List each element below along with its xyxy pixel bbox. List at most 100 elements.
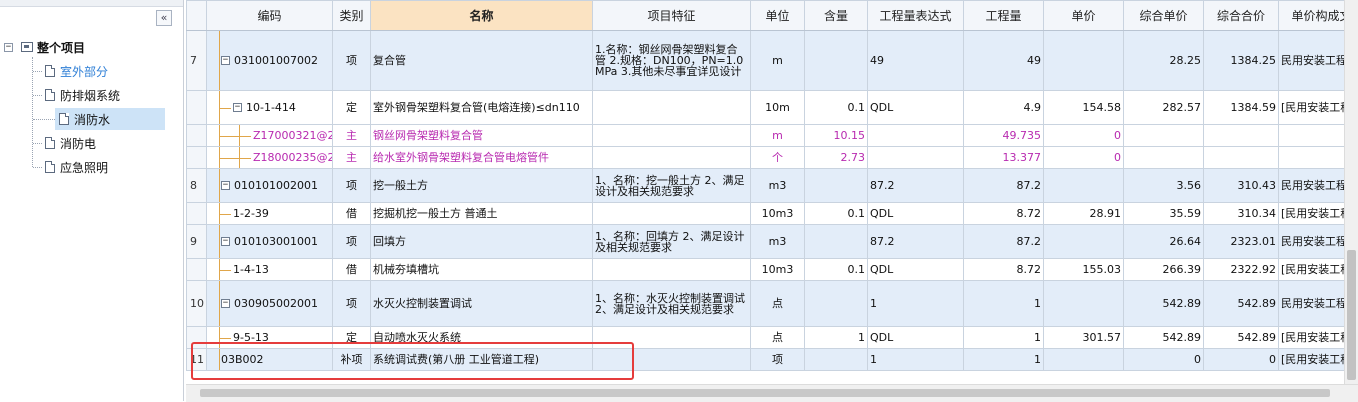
cell-composite-total[interactable] (1203, 146, 1279, 169)
header-price-structure[interactable]: 单价构成文 (1278, 0, 1344, 31)
cell-quantity-expression[interactable]: 87.2 (867, 168, 964, 203)
header-unit-price[interactable]: 单价 (1043, 0, 1124, 31)
cell-quantity[interactable]: 1 (963, 280, 1044, 327)
cell-category[interactable]: 项 (332, 30, 371, 91)
cell-name[interactable]: 系统调试费(第八册 工业管道工程) (370, 348, 593, 371)
cell-quantity[interactable]: 87.2 (963, 168, 1044, 203)
row-number[interactable] (186, 146, 207, 169)
cell-name[interactable]: 室外钢骨架塑料复合管(电熔连接)≤dn110 (370, 90, 593, 125)
cell-unit[interactable]: 点 (750, 280, 805, 327)
cell-composite-total[interactable]: 2323.01 (1203, 224, 1279, 259)
cell-composite-total[interactable]: 1384.25 (1203, 30, 1279, 91)
header-category[interactable]: 类别 (332, 0, 371, 31)
row-number[interactable]: 11 (186, 348, 207, 371)
cell-price-structure[interactable]: [民用安装工程 (1278, 326, 1344, 349)
cell-content[interactable] (804, 224, 868, 259)
collapse-panel-button[interactable]: « (156, 10, 172, 26)
cell-code[interactable]: 03B002 (206, 348, 333, 371)
cell-content[interactable] (804, 348, 868, 371)
header-code[interactable]: 编码 (206, 0, 333, 31)
cell-unit[interactable]: 项 (750, 348, 805, 371)
cell-composite-unit-price[interactable]: 542.89 (1123, 326, 1204, 349)
cell-content[interactable] (804, 30, 868, 91)
cell-code[interactable]: −010103001001 (206, 224, 333, 259)
cell-composite-unit-price[interactable]: 3.56 (1123, 168, 1204, 203)
cell-composite-total[interactable]: 310.43 (1203, 168, 1279, 203)
cell-category[interactable]: 项 (332, 280, 371, 327)
cell-code[interactable]: −010101002001 (206, 168, 333, 203)
horizontal-scrollbar[interactable] (186, 384, 1358, 402)
cell-unit[interactable]: 10m3 (750, 258, 805, 281)
cell-composite-unit-price[interactable]: 282.57 (1123, 90, 1204, 125)
cell-unit[interactable]: 10m3 (750, 202, 805, 225)
tree-item[interactable]: 防排烟系统 (33, 84, 165, 106)
header-quantity-expression[interactable]: 工程量表达式 (867, 0, 964, 31)
cell-price-structure[interactable] (1278, 146, 1344, 169)
cell-unit-price[interactable] (1043, 168, 1124, 203)
cell-category[interactable]: 主 (332, 146, 371, 169)
vertical-scroll-thumb[interactable] (1347, 250, 1356, 380)
cell-unit[interactable]: 个 (750, 146, 805, 169)
cell-composite-unit-price[interactable]: 0 (1123, 348, 1204, 371)
cell-price-structure[interactable] (1278, 124, 1344, 147)
table-row[interactable]: 1-4-13 借机械夯填槽坑 10m3 0.1 QDL 8.72 155.03 266.39 2… (186, 258, 1344, 281)
cell-feature[interactable]: 1、名称：回填方 2、满足设计及相关规范要求 (592, 224, 751, 259)
cell-feature[interactable] (592, 124, 751, 147)
cell-unit[interactable]: m (750, 30, 805, 91)
cell-content[interactable]: 0.1 (804, 202, 868, 225)
cell-feature[interactable]: 1、名称：挖一般土方 2、满足设计及相关规范要求 (592, 168, 751, 203)
cell-quantity[interactable]: 8.72 (963, 202, 1044, 225)
cell-unit-price[interactable] (1043, 280, 1124, 327)
cell-quantity-expression[interactable]: QDL (867, 258, 964, 281)
vertical-scrollbar[interactable] (1344, 0, 1358, 384)
cell-quantity[interactable]: 49 (963, 30, 1044, 91)
cell-quantity-expression[interactable]: 1 (867, 280, 964, 327)
row-number[interactable]: 8 (186, 168, 207, 203)
row-collapse-icon[interactable]: − (221, 181, 230, 190)
table-row[interactable]: 8−010101002001 项挖一般土方 1、名称：挖一般土方 2、满足设计及相关… (186, 168, 1344, 203)
row-collapse-icon[interactable]: − (221, 56, 230, 65)
bill-of-quantities-grid[interactable]: 编码 类别 名称 项目特征 单位 含量 工程量表达式 工程量 单价 综合单价 综… (186, 0, 1344, 384)
cell-category[interactable]: 借 (332, 202, 371, 225)
cell-unit-price[interactable]: 301.57 (1043, 326, 1124, 349)
cell-category[interactable]: 项 (332, 168, 371, 203)
row-collapse-icon[interactable]: − (233, 103, 242, 112)
cell-name[interactable]: 机械夯填槽坑 (370, 258, 593, 281)
row-number[interactable] (186, 202, 207, 225)
cell-quantity[interactable]: 87.2 (963, 224, 1044, 259)
cell-unit[interactable]: m3 (750, 168, 805, 203)
cell-feature[interactable] (592, 348, 751, 371)
cell-composite-total[interactable] (1203, 124, 1279, 147)
row-number[interactable] (186, 90, 207, 125)
cell-composite-total[interactable]: 542.89 (1203, 280, 1279, 327)
cell-feature[interactable]: 1.名称：钢丝网骨架塑料复合管 2.规格：DN100，PN=1.0MPa 3.其… (592, 30, 751, 91)
cell-price-structure[interactable]: 民用安装工程 (1278, 168, 1344, 203)
cell-content[interactable]: 10.15 (804, 124, 868, 147)
cell-feature[interactable] (592, 202, 751, 225)
cell-composite-unit-price[interactable]: 35.59 (1123, 202, 1204, 225)
cell-code[interactable]: 9-5-13 (206, 326, 333, 349)
table-row[interactable]: Z17000321@2 主钢丝网骨架塑料复合管 m 10.15 49.735 0 (186, 124, 1344, 147)
header-composite-total[interactable]: 综合合价 (1203, 0, 1279, 31)
cell-composite-total[interactable]: 2322.92 (1203, 258, 1279, 281)
cell-unit-price[interactable] (1043, 348, 1124, 371)
cell-unit-price[interactable] (1043, 30, 1124, 91)
tree-root-whole-project[interactable]: − 整个项目 (4, 38, 85, 56)
table-row[interactable]: −10-1-414 定室外钢骨架塑料复合管(电熔连接)≤dn110 10m 0.1 QD… (186, 90, 1344, 125)
cell-quantity[interactable]: 1 (963, 348, 1044, 371)
cell-code[interactable]: Z17000321@2 (206, 124, 333, 147)
cell-feature[interactable] (592, 146, 751, 169)
cell-quantity-expression[interactable]: QDL (867, 90, 964, 125)
horizontal-scroll-thumb[interactable] (200, 389, 1330, 397)
cell-code[interactable]: −030905002001 (206, 280, 333, 327)
cell-code[interactable]: −10-1-414 (206, 90, 333, 125)
cell-name[interactable]: 挖一般土方 (370, 168, 593, 203)
row-number[interactable]: 9 (186, 224, 207, 259)
row-collapse-icon[interactable]: − (221, 237, 230, 246)
cell-unit-price[interactable]: 154.58 (1043, 90, 1124, 125)
header-composite-unit-price[interactable]: 综合单价 (1123, 0, 1204, 31)
cell-name[interactable]: 钢丝网骨架塑料复合管 (370, 124, 593, 147)
tree-item[interactable]: 消防电 (33, 132, 165, 154)
cell-code[interactable]: −031001007002 (206, 30, 333, 91)
cell-price-structure[interactable]: [民用安装工程 (1278, 202, 1344, 225)
